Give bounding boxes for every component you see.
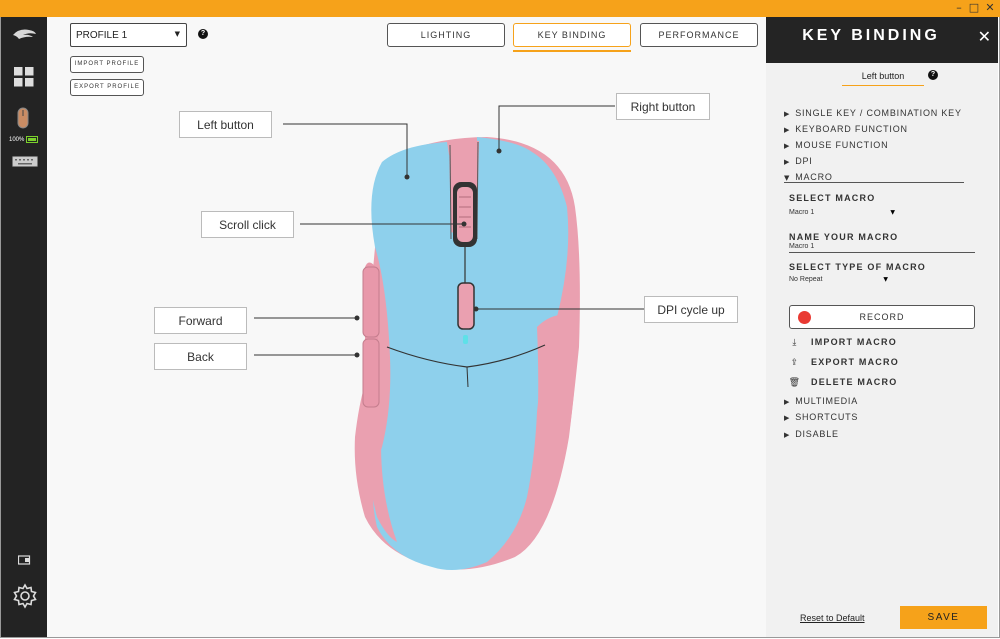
callout-forward[interactable]: Forward [154, 307, 247, 334]
selected-button-label: Left button [861, 71, 905, 81]
callout-left-button[interactable]: Left button [179, 111, 272, 138]
grid-icon[interactable] [14, 67, 34, 92]
macro-type-value: No Repeat [789, 276, 823, 283]
import-icon: ⤓ [792, 338, 798, 348]
caret-right-icon: ▶ [784, 126, 791, 134]
menu-macro[interactable]: ▼ MACRO [784, 172, 833, 182]
record-button[interactable]: RECORD [789, 305, 975, 329]
delete-macro-label: DELETE MACRO [811, 377, 898, 387]
macro-type-dropdown[interactable]: No Repeat ▼ [789, 275, 888, 287]
menu-shortcuts-label: SHORTCUTS [795, 412, 859, 422]
caret-right-icon: ▶ [784, 398, 791, 406]
chevron-down-icon: ▼ [883, 276, 888, 283]
select-macro-label: SELECT MACRO [789, 193, 876, 203]
callout-scroll-click[interactable]: Scroll click [201, 211, 294, 238]
export-macro-button[interactable]: ⇪ EXPORT MACRO [788, 357, 899, 368]
caret-right-icon: ▶ [784, 110, 791, 118]
macro-type-label: SELECT TYPE OF MACRO [789, 262, 927, 272]
caret-right-icon: ▶ [784, 414, 791, 422]
menu-macro-label: MACRO [795, 172, 833, 182]
close-icon[interactable]: ✕ [978, 27, 991, 46]
callout-back[interactable]: Back [154, 343, 247, 370]
key-binding-panel: KEY BINDING ✕ Left button ? ▶ SINGLE KEY … [766, 17, 998, 637]
callout-right-button[interactable]: Right button [616, 93, 710, 120]
select-macro-dropdown[interactable]: Macro 1 ▼ [789, 207, 895, 219]
caret-down-icon: ▼ [784, 174, 791, 182]
menu-mouse-function[interactable]: ▶ MOUSE FUNCTION [784, 140, 888, 150]
callout-dpi-cycle-up[interactable]: DPI cycle up [644, 296, 738, 323]
close-window-button[interactable]: ✕ [983, 1, 997, 15]
selected-button-underline [842, 85, 924, 86]
menu-dpi[interactable]: ▶ DPI [784, 156, 813, 166]
menu-multimedia-label: MULTIMEDIA [795, 396, 859, 406]
macro-name-value: Macro 1 [789, 243, 815, 250]
export-macro-label: EXPORT MACRO [811, 357, 899, 367]
record-icon [798, 311, 811, 324]
macro-name-input[interactable]: Macro 1 [789, 242, 975, 253]
chevron-down-icon: ▼ [890, 209, 895, 216]
divider [784, 182, 964, 183]
minimize-button[interactable]: – [952, 1, 966, 15]
menu-multimedia[interactable]: ▶ MULTIMEDIA [784, 396, 858, 406]
menu-mouse-function-label: MOUSE FUNCTION [795, 140, 889, 150]
help-icon[interactable]: ? [928, 70, 938, 80]
delete-macro-button[interactable]: 🗑 DELETE MACRO [788, 377, 897, 388]
menu-keyboard-function-label: KEYBOARD FUNCTION [795, 124, 908, 134]
menu-disable[interactable]: ▶ DISABLE [784, 429, 839, 439]
menu-keyboard-function[interactable]: ▶ KEYBOARD FUNCTION [784, 124, 908, 134]
sidebar: 100% [1, 17, 47, 637]
name-macro-label: NAME YOUR MACRO [789, 232, 899, 242]
trash-icon: 🗑 [788, 378, 802, 388]
keyboard-icon[interactable] [12, 154, 38, 172]
menu-disable-label: DISABLE [795, 429, 839, 439]
panel-title: KEY BINDING [802, 27, 940, 44]
panel-header: KEY BINDING ✕ [766, 17, 998, 63]
caret-right-icon: ▶ [784, 158, 791, 166]
mouse-icon[interactable] [17, 107, 29, 134]
menu-shortcuts[interactable]: ▶ SHORTCUTS [784, 412, 858, 422]
menu-single-key[interactable]: ▶ SINGLE KEY / COMBINATION KEY [784, 108, 962, 118]
battery-text: 100% [9, 137, 25, 144]
battery-level: 100% [9, 136, 39, 144]
record-button-label: RECORD [859, 312, 905, 322]
main-area: PROFILE 1 ▼ ? IMPORT PROFILE EXPORT PROF… [47, 17, 766, 637]
menu-single-key-label: SINGLE KEY / COMBINATION KEY [795, 108, 962, 118]
export-icon: ⇪ [790, 358, 800, 368]
import-macro-label: IMPORT MACRO [811, 337, 897, 347]
import-macro-button[interactable]: ⤓ IMPORT MACRO [788, 337, 897, 348]
logo-icon [11, 27, 37, 46]
caret-right-icon: ▶ [784, 431, 791, 439]
gear-icon[interactable] [12, 583, 38, 614]
reset-default-link[interactable]: Reset to Default [800, 613, 865, 623]
title-bar [0, 0, 1000, 17]
menu-dpi-label: DPI [795, 156, 813, 166]
battery-icon [26, 136, 39, 143]
maximize-button[interactable]: □ [967, 1, 981, 15]
device-icon[interactable] [17, 552, 32, 570]
select-macro-value: Macro 1 [789, 209, 815, 216]
save-button[interactable]: SAVE [900, 606, 987, 629]
caret-right-icon: ▶ [784, 142, 791, 150]
